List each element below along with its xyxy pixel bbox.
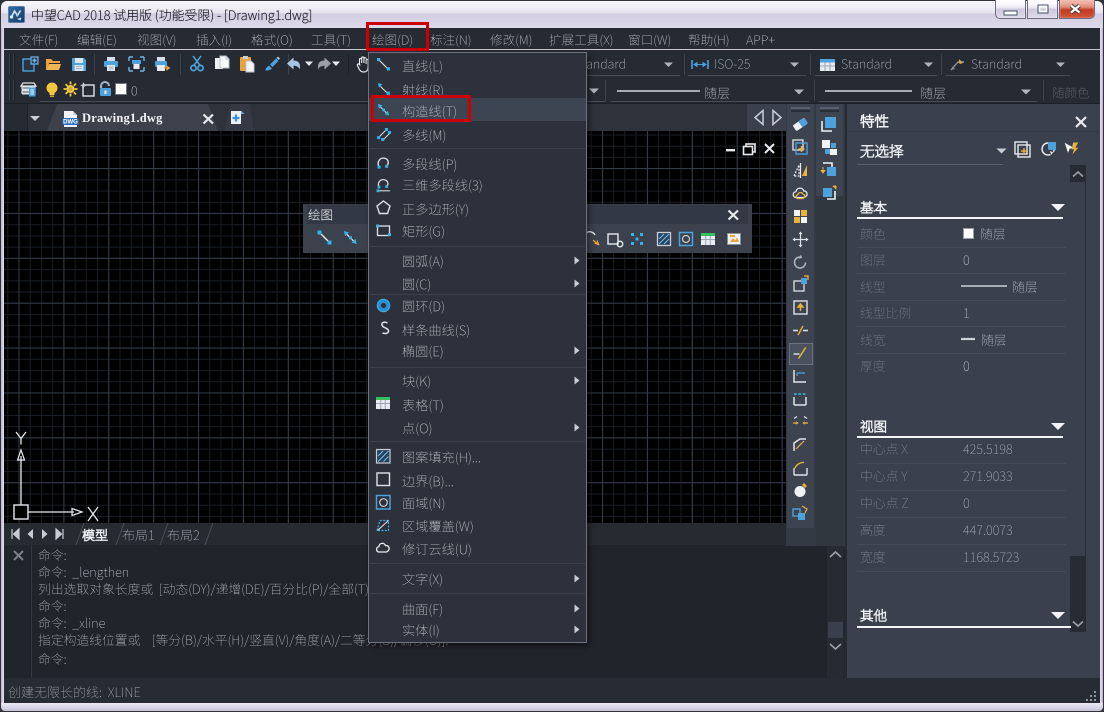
svg-text:DWG: DWG [63,120,78,126]
